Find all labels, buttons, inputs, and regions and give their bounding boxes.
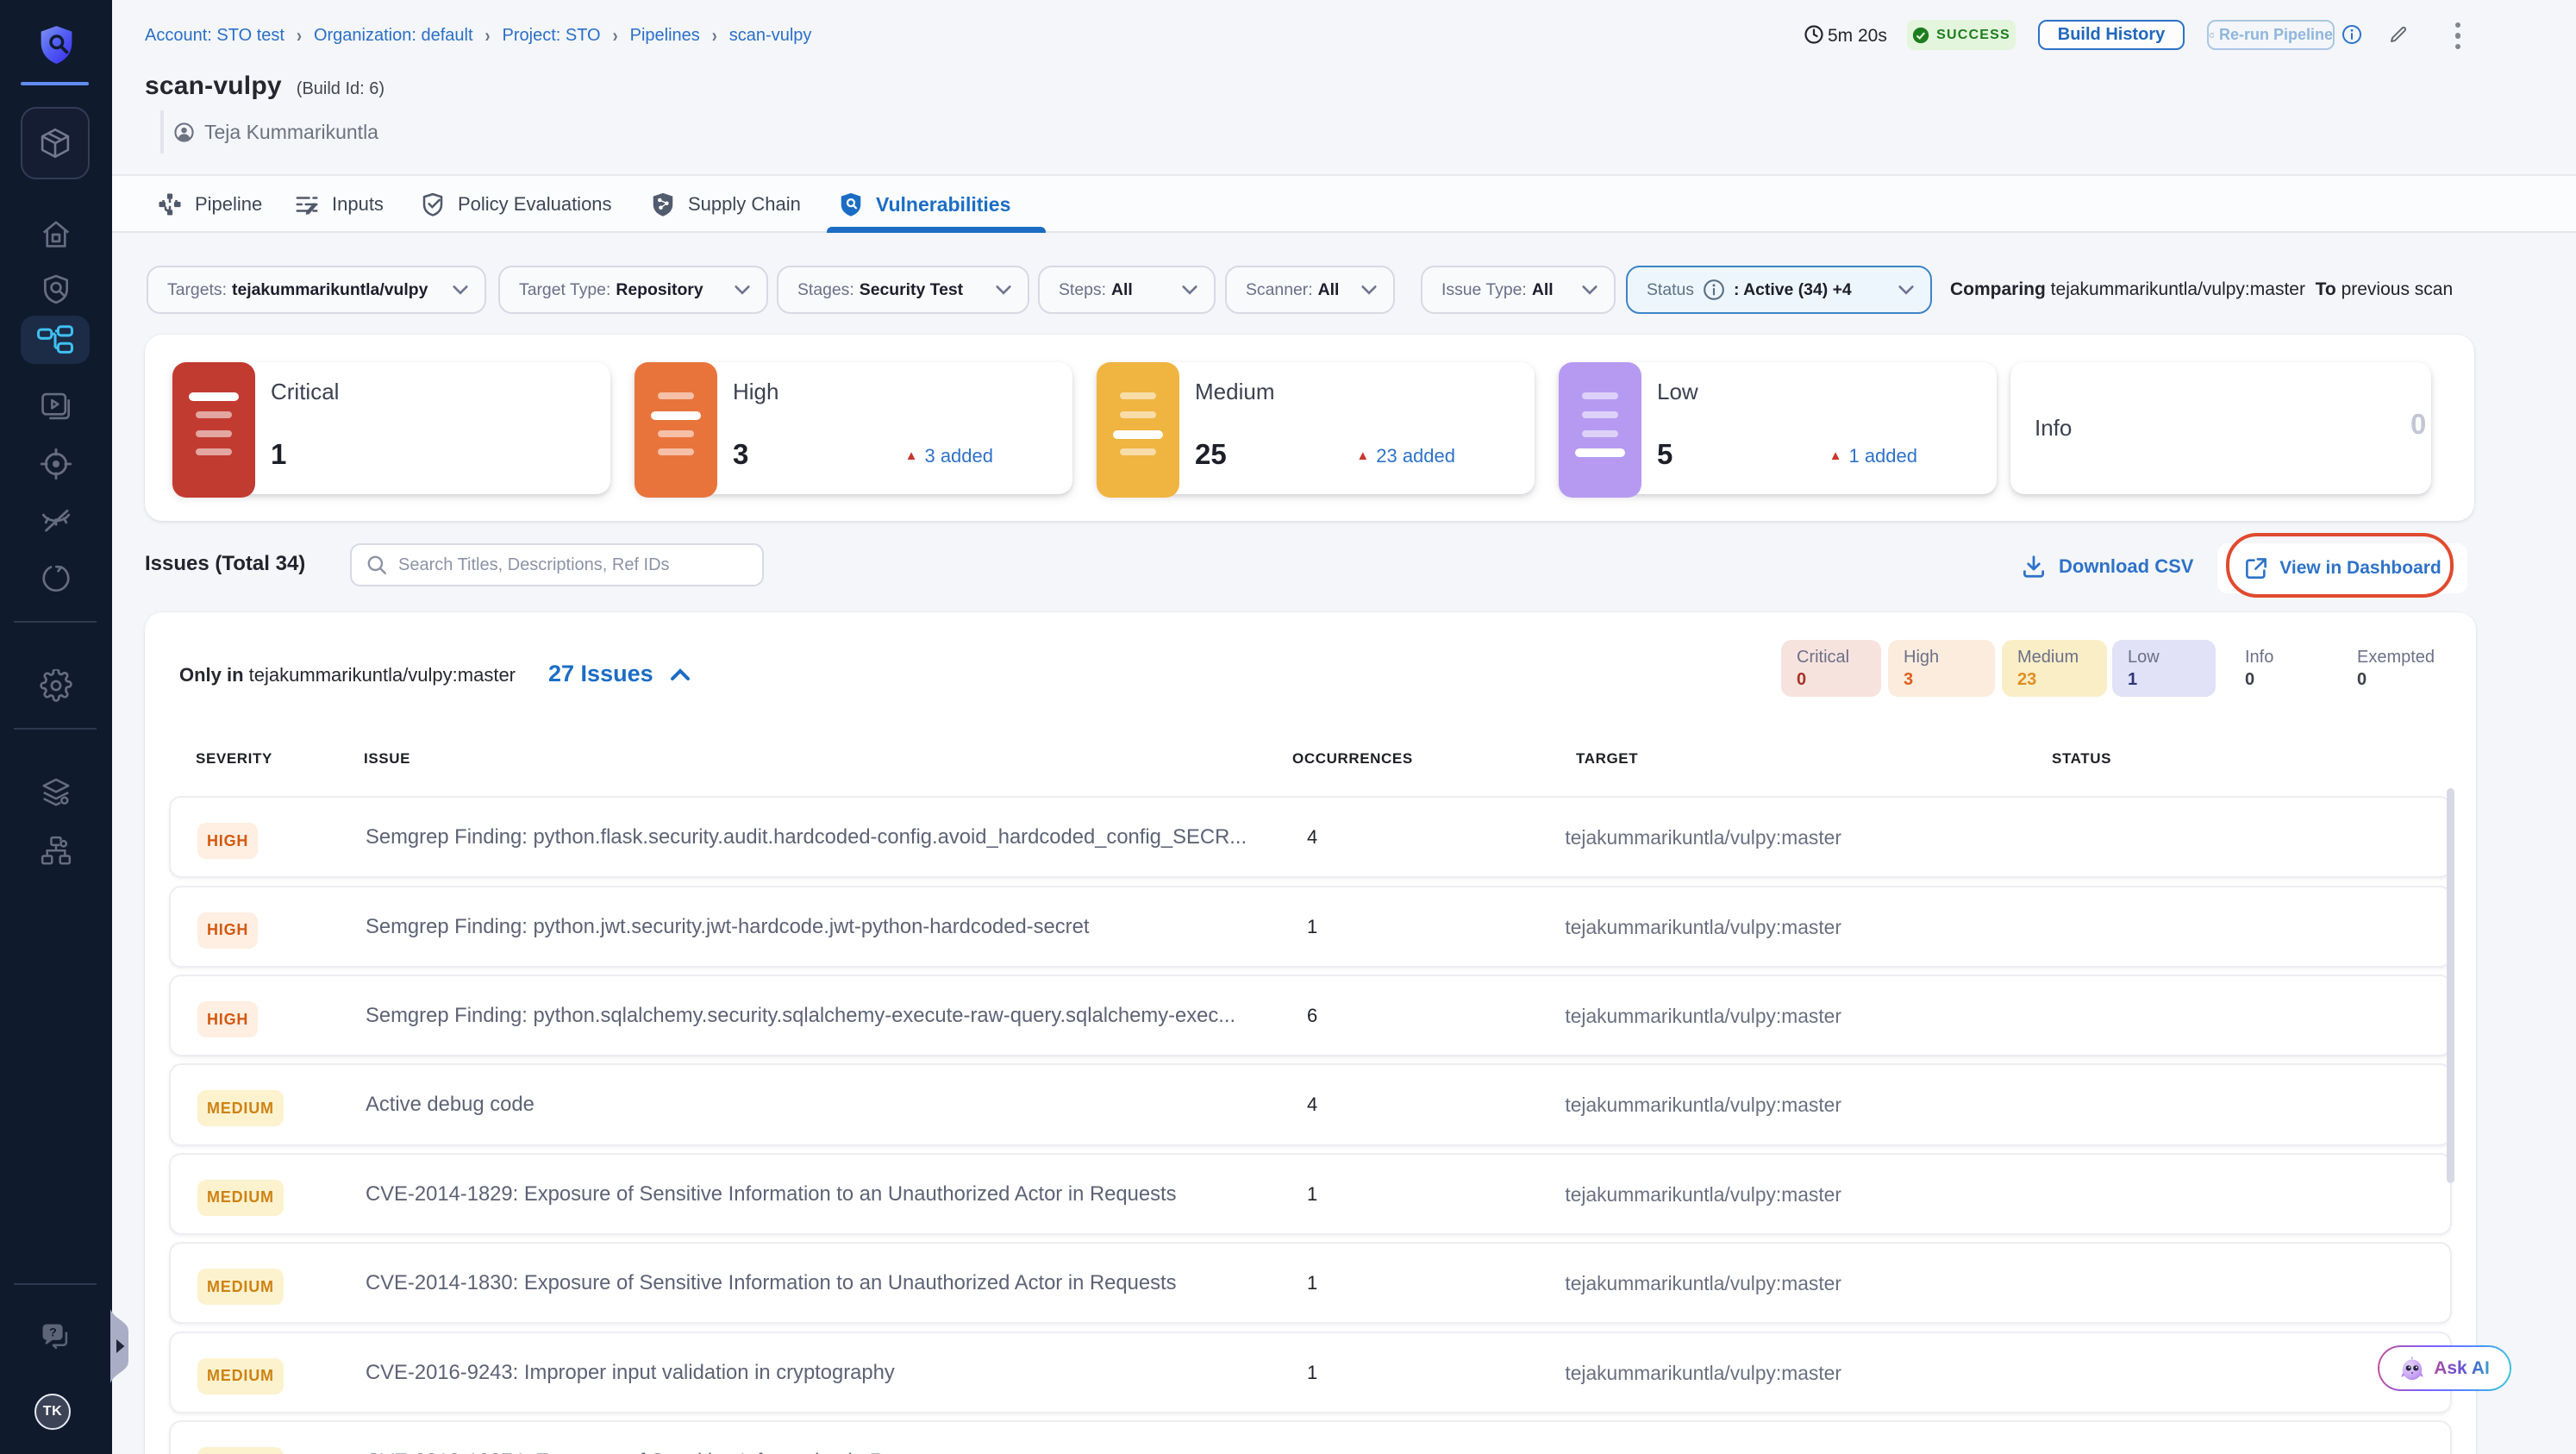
svg-text:?: ? xyxy=(49,1326,57,1339)
